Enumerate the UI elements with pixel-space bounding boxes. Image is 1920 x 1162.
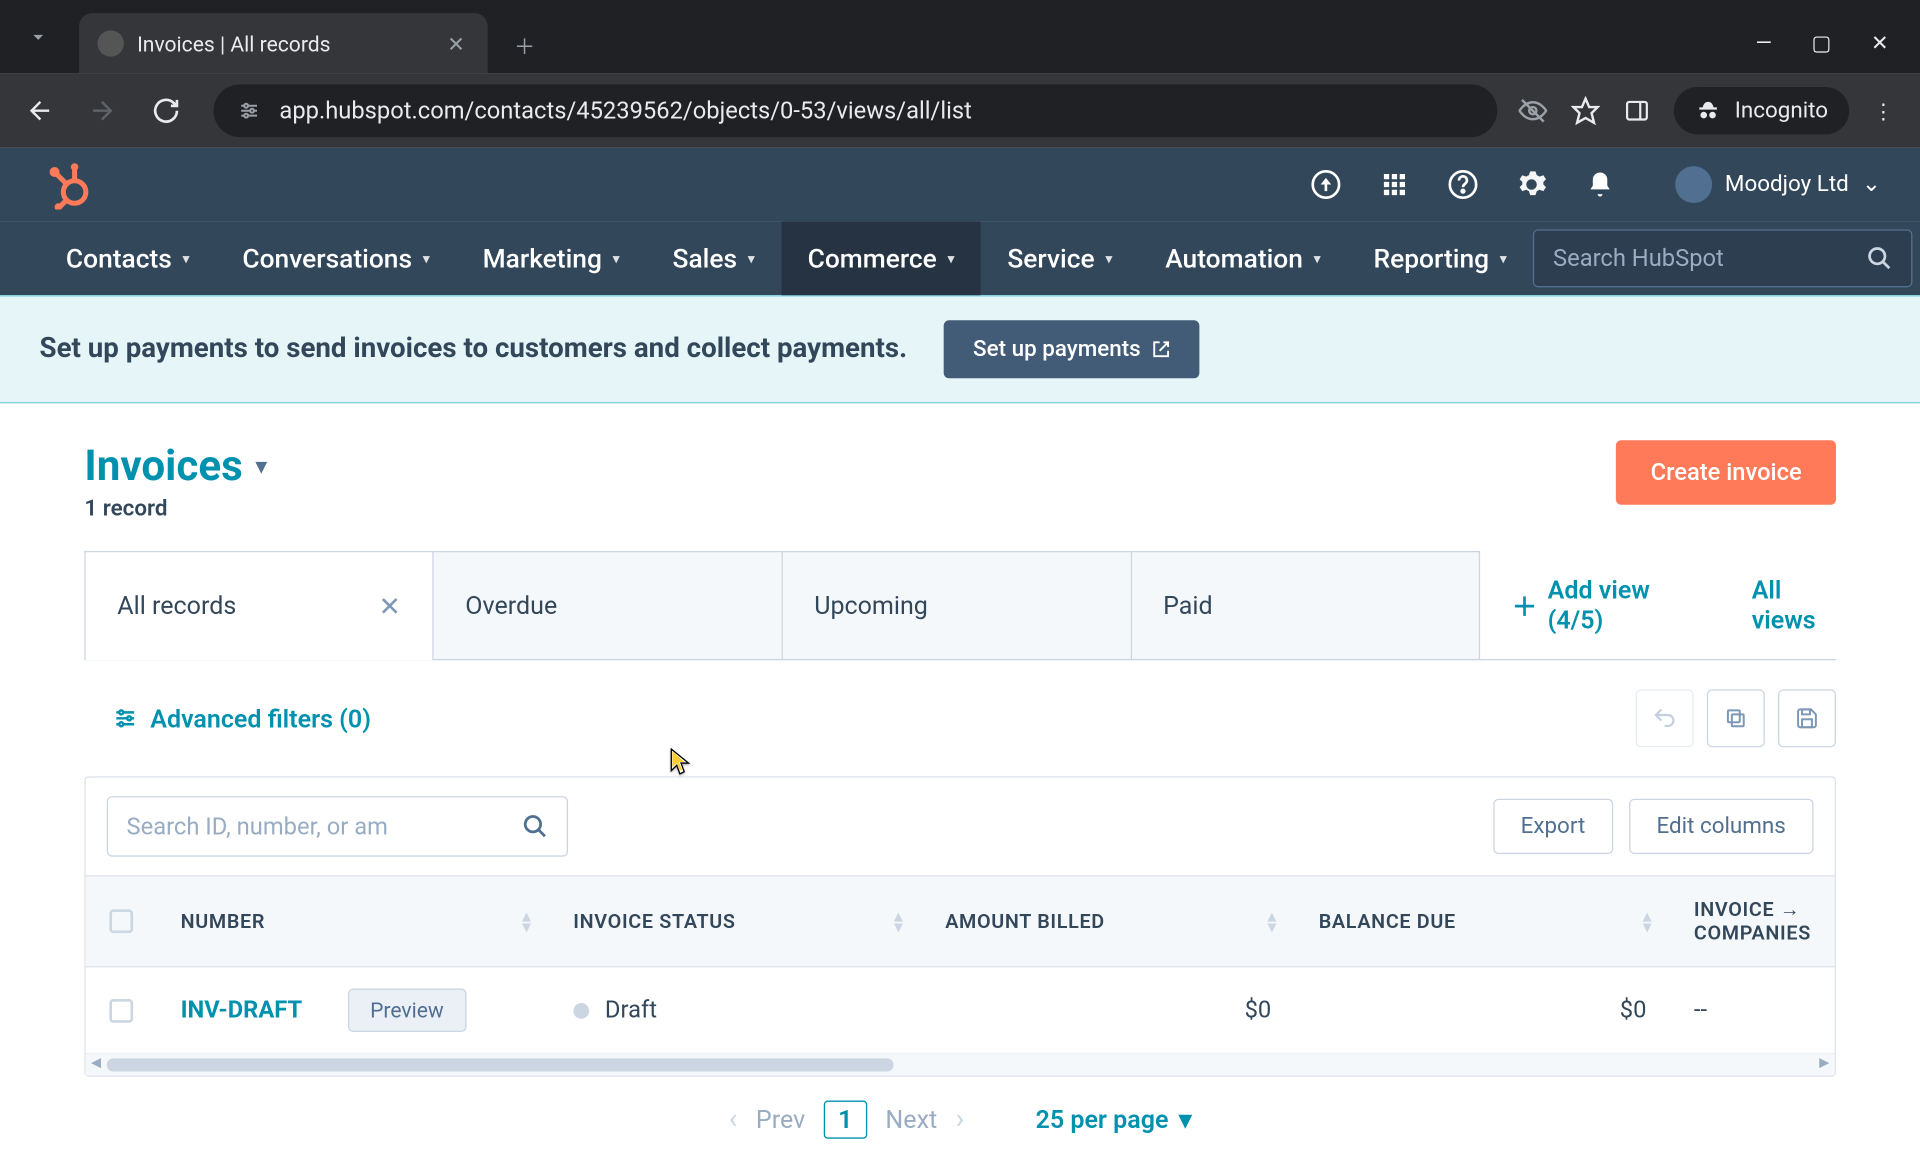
tab-paid[interactable]: Paid: [1132, 551, 1481, 659]
url-text: app.hubspot.com/contacts/45239562/object…: [279, 97, 971, 125]
tab-overdue[interactable]: Overdue: [434, 551, 783, 659]
tab-favicon: [98, 30, 124, 56]
nav-reporting[interactable]: Reporting▾: [1347, 221, 1533, 295]
row-checkbox[interactable]: [109, 998, 133, 1022]
prev-link[interactable]: Prev: [756, 1104, 805, 1134]
companies-cell: --: [1670, 967, 1834, 1054]
search-icon[interactable]: [522, 813, 548, 839]
nav-service[interactable]: Service▾: [981, 221, 1139, 295]
setup-payments-button[interactable]: Set up payments: [944, 320, 1199, 378]
nav-automation[interactable]: Automation▾: [1139, 221, 1347, 295]
account-menu[interactable]: Moodjoy Ltd ⌄: [1675, 166, 1881, 203]
close-icon[interactable]: ✕: [379, 590, 401, 622]
tab-search-button[interactable]: [0, 0, 76, 74]
browser-tab[interactable]: Invoices | All records ✕: [79, 13, 488, 74]
page-number[interactable]: 1: [824, 1101, 867, 1139]
maximize-button[interactable]: ▢: [1812, 30, 1832, 55]
close-window-button[interactable]: ✕: [1871, 30, 1889, 55]
horizontal-scrollbar[interactable]: ◀ ▶: [86, 1054, 1835, 1075]
window-controls: — ▢ ✕: [1756, 30, 1920, 73]
table-row[interactable]: INV-DRAFT Preview Draft $0 $0 --: [86, 967, 1835, 1054]
plus-icon: ＋: [1512, 587, 1537, 623]
col-balance[interactable]: BALANCE DUE▴▾: [1295, 876, 1670, 967]
app-header: Moodjoy Ltd ⌄: [0, 148, 1920, 222]
bookmark-star-icon[interactable]: [1571, 96, 1600, 125]
banner-text: Set up payments to send invoices to cust…: [40, 333, 908, 365]
tab-all-records[interactable]: All records ✕: [84, 551, 433, 659]
status-text: Draft: [605, 996, 657, 1024]
col-amount[interactable]: AMOUNT BILLED▴▾: [921, 876, 1295, 967]
minimize-button[interactable]: —: [1756, 30, 1772, 55]
browser-menu-icon[interactable]: ⋮: [1873, 98, 1894, 123]
browser-tab-strip: Invoices | All records ✕ ＋ — ▢ ✕: [0, 0, 1920, 74]
nav-commerce[interactable]: Commerce▾: [781, 221, 981, 295]
tab-title: Invoices | All records: [137, 31, 430, 56]
col-status[interactable]: INVOICE STATUS▴▾: [550, 876, 922, 967]
amount-billed: $0: [921, 967, 1295, 1054]
forward-button[interactable]: [76, 84, 129, 137]
browser-address-bar: app.hubspot.com/contacts/45239562/object…: [0, 74, 1920, 148]
marketplace-icon[interactable]: [1377, 167, 1411, 201]
col-companies[interactable]: INVOICE → COMPANIES: [1670, 876, 1834, 967]
next-arrow-icon[interactable]: ›: [956, 1103, 965, 1136]
edit-columns-button[interactable]: Edit columns: [1629, 799, 1814, 854]
nav-contacts[interactable]: Contacts▾: [40, 221, 216, 295]
eye-off-icon[interactable]: [1519, 96, 1548, 125]
global-search-input[interactable]: [1553, 244, 1854, 272]
new-tab-button[interactable]: ＋: [501, 21, 548, 68]
bell-icon[interactable]: [1583, 167, 1617, 201]
all-views-link[interactable]: All views: [1686, 551, 1836, 659]
incognito-badge[interactable]: Incognito: [1674, 87, 1849, 134]
per-page-select[interactable]: 25 per page ▾: [1036, 1104, 1192, 1134]
gear-icon[interactable]: [1514, 167, 1548, 201]
account-name: Moodjoy Ltd: [1725, 171, 1849, 197]
select-all-checkbox[interactable]: [109, 909, 133, 933]
hubspot-logo[interactable]: [40, 159, 90, 209]
nav-sales[interactable]: Sales▾: [646, 221, 781, 295]
status-dot-icon: [573, 1003, 589, 1019]
main-nav: Contacts▾ Conversations▾ Marketing▾ Sale…: [0, 221, 1920, 295]
url-bar[interactable]: app.hubspot.com/contacts/45239562/object…: [214, 84, 1498, 137]
next-link[interactable]: Next: [885, 1104, 937, 1134]
invoice-table: Export Edit columns NUMBER▴▾ INVOICE STA…: [84, 776, 1836, 1077]
nav-marketing[interactable]: Marketing▾: [456, 221, 646, 295]
search-icon[interactable]: [1867, 245, 1893, 271]
tab-close-icon[interactable]: ✕: [443, 30, 469, 56]
page-title[interactable]: Invoices ▾: [84, 440, 266, 490]
export-button[interactable]: Export: [1493, 799, 1613, 854]
record-count: 1 record: [84, 496, 266, 522]
undo-button[interactable]: [1636, 689, 1694, 747]
view-tabs: All records ✕ Overdue Upcoming Paid ＋ Ad…: [84, 551, 1836, 660]
chevron-down-icon: ▾: [256, 453, 267, 478]
preview-button[interactable]: Preview: [348, 988, 466, 1031]
balance-due: $0: [1295, 967, 1670, 1054]
col-number[interactable]: NUMBER▴▾: [157, 876, 550, 967]
avatar: [1675, 166, 1712, 203]
table-search-input[interactable]: [127, 813, 509, 841]
help-icon[interactable]: [1445, 167, 1479, 201]
upgrade-icon[interactable]: [1308, 167, 1342, 201]
create-invoice-button[interactable]: Create invoice: [1616, 440, 1836, 505]
side-panel-icon[interactable]: [1624, 98, 1650, 124]
clone-view-button[interactable]: [1707, 689, 1765, 747]
save-view-button[interactable]: [1778, 689, 1836, 747]
add-view-button[interactable]: ＋ Add view (4/5): [1480, 551, 1685, 659]
pagination: ‹ Prev 1 Next › 25 per page ▾: [84, 1077, 1836, 1162]
site-settings-icon[interactable]: [237, 99, 261, 123]
table-search[interactable]: [107, 796, 568, 857]
chevron-down-icon: ▾: [1179, 1104, 1192, 1134]
invoice-number-link[interactable]: INV-DRAFT: [181, 996, 303, 1024]
advanced-filters-button[interactable]: Advanced filters (0): [84, 703, 371, 733]
global-search[interactable]: [1533, 229, 1913, 287]
chevron-down-icon: ⌄: [1862, 171, 1881, 197]
tab-upcoming[interactable]: Upcoming: [783, 551, 1132, 659]
payments-banner: Set up payments to send invoices to cust…: [0, 295, 1920, 403]
reload-button[interactable]: [140, 84, 193, 137]
nav-conversations[interactable]: Conversations▾: [216, 221, 456, 295]
prev-arrow-icon[interactable]: ‹: [729, 1103, 738, 1136]
back-button[interactable]: [13, 84, 66, 137]
